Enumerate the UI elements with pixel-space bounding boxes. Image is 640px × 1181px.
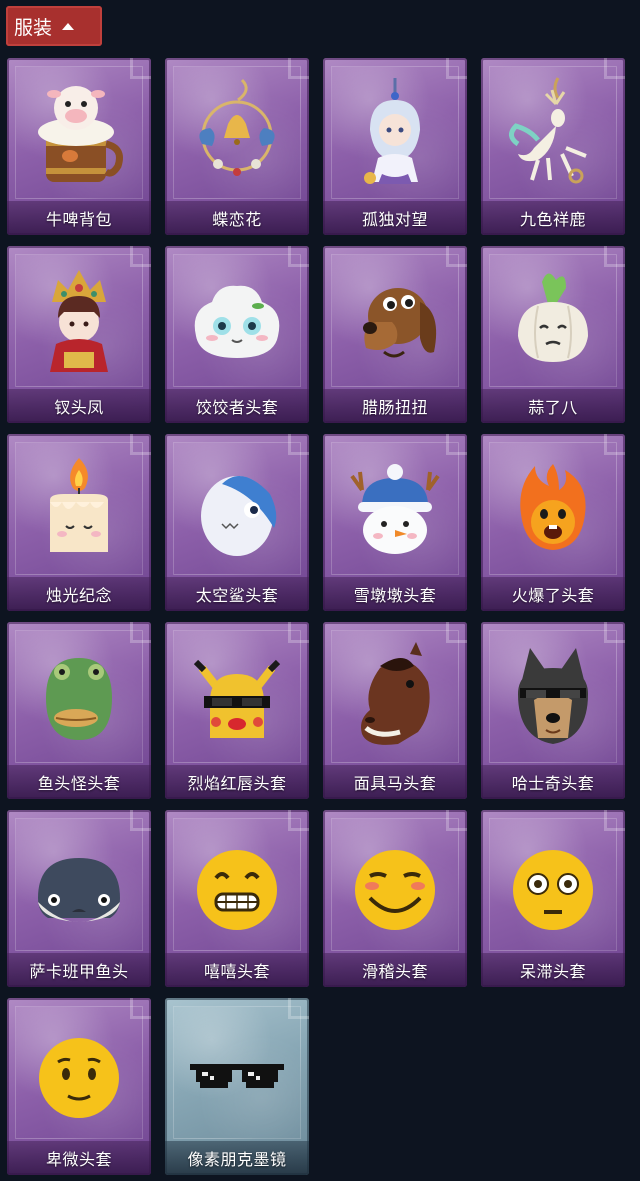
space-shark-head-icon [201, 476, 277, 556]
costume-label: 哈士奇头套 [511, 774, 595, 793]
horse-mask-icon [361, 642, 430, 745]
chevron-up-icon [62, 22, 75, 30]
costume-label: 烛光纪念 [45, 586, 112, 605]
humble-emoji-head-icon [39, 1038, 119, 1118]
costume-card-pixel-sunglasses[interactable]: 像素朋克墨镜 [165, 998, 309, 1175]
costume-card-garlic-head[interactable]: 蒜了八 [481, 246, 625, 423]
costume-label: 卑微头套 [45, 1150, 112, 1169]
costume-label: 雪墩墩头套 [353, 586, 437, 605]
costume-card-fire-head[interactable]: 火爆了头套 [481, 434, 625, 611]
costume-card-fish-monster[interactable]: 鱼头怪头套 [7, 622, 151, 799]
costume-card-auspicious-deer[interactable]: 九色祥鹿 [481, 58, 625, 235]
costume-card-dazed-emoji[interactable]: 呆滞头套 [481, 810, 625, 987]
sacabambaspis-head-icon [38, 858, 120, 922]
costume-label: 太空鲨头套 [195, 586, 279, 605]
costume-card-husky-head[interactable]: 哈士奇头套 [481, 622, 625, 799]
costume-label: 滑稽头套 [361, 962, 428, 981]
category-title: 服装 [14, 16, 53, 39]
costume-card-funny-emoji[interactable]: 滑稽头套 [323, 810, 467, 987]
costume-card-space-shark[interactable]: 太空鲨头套 [165, 434, 309, 611]
costume-label: 牛啤背包 [45, 210, 112, 229]
costume-card-phoenix-crown[interactable]: 钗头凤 [7, 246, 151, 423]
costume-label: 像素朋克墨镜 [187, 1150, 287, 1169]
costume-label: 蒜了八 [528, 398, 578, 417]
dachshund-head-icon [363, 288, 437, 358]
funny-emoji-head-icon [355, 850, 435, 930]
costume-card-butterfly-bell[interactable]: 蝶恋花 [165, 58, 309, 235]
costume-label: 孤独对望 [361, 210, 428, 229]
costume-label: 钗头凤 [54, 398, 104, 417]
candle-head-icon [50, 458, 108, 552]
costume-card-horse-mask[interactable]: 面具马头套 [323, 622, 467, 799]
costume-label: 面具马头套 [353, 774, 437, 793]
costume-label: 鱼头怪头套 [37, 774, 121, 793]
husky-head-icon [518, 648, 588, 744]
costume-card-candle-head[interactable]: 烛光纪念 [7, 434, 151, 611]
dazed-emoji-head-icon [513, 850, 593, 930]
fire-head-icon [520, 464, 586, 550]
costume-label: 呆滞头套 [519, 962, 586, 981]
costume-card-dumpling-head[interactable]: 饺饺者头套 [165, 246, 309, 423]
dumpling-head-icon [194, 285, 280, 358]
snowman-head-icon [350, 464, 440, 554]
grin-emoji-head-icon [197, 850, 277, 930]
costume-grid: 牛啤背包 蝶恋花 孤独对望 九色祥鹿 钗头凤 饺饺者头套 腊肠扭扭 蒜了八 烛光… [7, 58, 625, 1175]
costume-card-dachshund-head[interactable]: 腊肠扭扭 [323, 246, 467, 423]
costume-category-tab[interactable]: 服装 [6, 6, 102, 46]
auspicious-deer-icon [509, 77, 587, 184]
fish-monster-head-icon [46, 658, 112, 740]
costume-card-red-lips[interactable]: 烈焰红唇头套 [165, 622, 309, 799]
lonely-gaze-doll-icon [364, 78, 420, 184]
garlic-head-icon [518, 273, 588, 362]
pixel-sunglasses-icon [190, 1064, 284, 1088]
butterfly-bell-charm-icon [199, 78, 275, 176]
red-lips-mask-icon [193, 659, 281, 738]
costume-label: 烈焰红唇头套 [187, 774, 287, 793]
costume-label: 蝶恋花 [212, 210, 262, 229]
costume-card-lonely-gaze[interactable]: 孤独对望 [323, 58, 467, 235]
cow-beer-backpack-icon [38, 86, 123, 182]
costume-card-humble-emoji[interactable]: 卑微头套 [7, 998, 151, 1175]
costume-card-grin-emoji[interactable]: 嘻嘻头套 [165, 810, 309, 987]
costume-label: 九色祥鹿 [519, 210, 586, 229]
costume-card-snowman-head[interactable]: 雪墩墩头套 [323, 434, 467, 611]
costume-card-cow-beer-backpack[interactable]: 牛啤背包 [7, 58, 151, 235]
costume-label: 饺饺者头套 [195, 398, 279, 417]
costume-label: 萨卡班甲鱼头 [29, 962, 129, 981]
costume-card-sacabambaspis[interactable]: 萨卡班甲鱼头 [7, 810, 151, 987]
costume-label: 火爆了头套 [511, 586, 595, 605]
costume-label: 腊肠扭扭 [361, 398, 428, 417]
costume-label: 嘻嘻头套 [203, 962, 270, 981]
phoenix-crown-doll-icon [50, 270, 108, 372]
